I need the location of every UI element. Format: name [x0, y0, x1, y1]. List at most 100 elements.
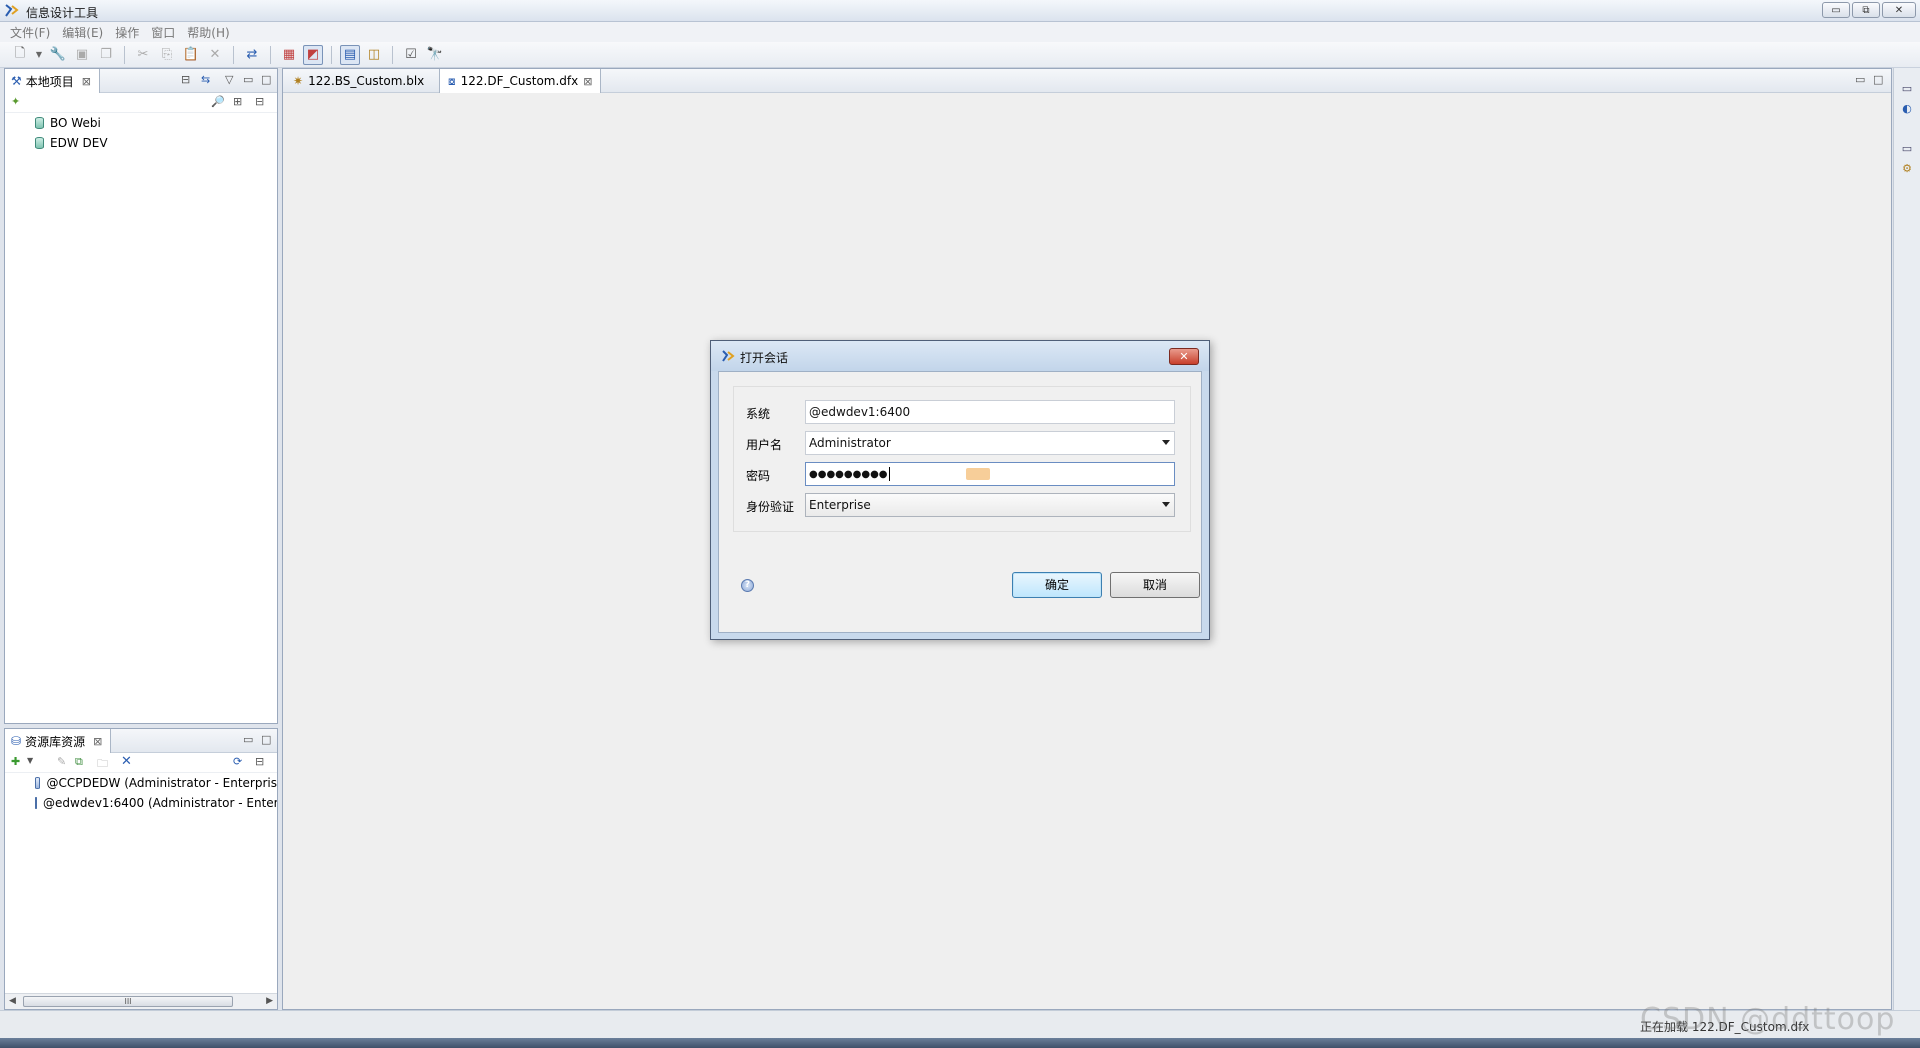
repo-item-edwdev1[interactable]: @edwdev1:6400 (Administrator - Enter	[5, 793, 277, 813]
cut-icon[interactable]: ✂	[133, 45, 153, 65]
horizontal-scrollbar[interactable]: ◀ III ▶	[5, 993, 277, 1009]
save-all-icon[interactable]: ❐	[96, 45, 116, 65]
restore-icon[interactable]: ▭	[1898, 142, 1916, 158]
repo-item-ccpdedw[interactable]: @CCPDEDW (Administrator - Enterpris	[5, 773, 277, 793]
query-icon[interactable]: ◩	[303, 44, 323, 65]
add-session-icon[interactable]: ✚	[11, 755, 20, 768]
menu-file[interactable]: 文件(F)	[4, 24, 56, 41]
new-project-icon[interactable]: ✦	[11, 95, 20, 108]
scroll-right-icon[interactable]: ▶	[266, 996, 273, 1006]
maximize-editor-icon[interactable]: □	[1873, 73, 1883, 86]
menu-help[interactable]: 帮助(H)	[181, 24, 235, 41]
close-session-icon[interactable]: ✕	[121, 754, 132, 769]
cancel-button[interactable]: 取消	[1110, 572, 1200, 598]
close-tab-icon[interactable]: ⊠	[82, 75, 91, 88]
user-combobox[interactable]: Administrator	[805, 431, 1175, 455]
tab-repository[interactable]: ⛁ 资源库资源 ⊠	[5, 729, 112, 753]
paste-icon[interactable]: 📋	[181, 45, 201, 65]
publish-icon[interactable]: ⇄	[242, 45, 262, 65]
properties-icon[interactable]: ⚙	[1898, 162, 1916, 178]
scroll-thumb[interactable]: III	[23, 996, 233, 1007]
menu-window[interactable]: 窗口	[145, 24, 181, 41]
toolbar-separator	[392, 45, 393, 64]
help-icon[interactable]: ?	[741, 579, 754, 592]
key-icon[interactable]: 🔧	[48, 45, 68, 65]
restore-button[interactable]: ⧉	[1852, 2, 1880, 18]
copy-icon[interactable]: ⎘	[157, 45, 177, 65]
repository-panel: ⛁ 资源库资源 ⊠ ▭ □ ✚ ▼ ✎ ⧉ 🗀 ✕ ⟳ ⊟ @CCPDEDW (…	[4, 728, 278, 1010]
project-folder-icon	[35, 117, 44, 129]
restore-icon[interactable]: ▭	[1898, 82, 1916, 98]
tab-bs-custom[interactable]: ✷ 122.BS_Custom.blx	[285, 69, 432, 93]
tree-item-bo-webi[interactable]: BO Webi	[5, 113, 277, 133]
os-taskbar	[0, 1038, 1920, 1048]
tree-item-label: BO Webi	[50, 116, 101, 130]
close-tab-icon[interactable]: ⊠	[93, 735, 102, 748]
dialog-title: 打开会话	[740, 351, 789, 365]
local-projects-panel: ⚒ 本地项目 ⊠ ⊟ ⇆ ▽ ▭ □ ✦ 🔎 ⊞ ⊟ BO Webi EDW D…	[4, 68, 278, 724]
save-icon[interactable]: ▣	[72, 45, 92, 65]
password-value: ●●●●●●●●●	[809, 468, 888, 480]
toolbar-separator	[270, 45, 271, 64]
chevron-down-icon[interactable]	[1162, 440, 1170, 445]
password-field[interactable]: ●●●●●●●●●	[805, 462, 1175, 486]
data-icon[interactable]: ◫	[364, 45, 384, 65]
binoculars-icon[interactable]: 🔭	[425, 45, 445, 65]
auth-label: 身份验证	[746, 500, 795, 514]
tab-label: 本地项目	[25, 74, 74, 89]
minimize-editor-icon[interactable]: ▭	[1855, 73, 1865, 86]
system-field[interactable]: @edwdev1:6400	[805, 400, 1175, 424]
repository-icon: ⛁	[11, 734, 22, 748]
tab-df-custom[interactable]: ⧇ 122.DF_Custom.dfx ⊠	[439, 69, 602, 93]
layout-icon[interactable]: ▤	[340, 44, 360, 65]
resource-icon[interactable]: ▦	[279, 45, 299, 65]
chevron-down-icon[interactable]	[1162, 502, 1170, 507]
tab-local-projects[interactable]: ⚒ 本地项目 ⊠	[5, 69, 100, 93]
business-layer-icon: ✷	[293, 74, 304, 88]
maximize-panel-icon[interactable]: □	[261, 73, 271, 86]
repo-item-label: @CCPDEDW (Administrator - Enterpris	[46, 776, 277, 790]
tree-item-edw-dev[interactable]: EDW DEV	[5, 133, 277, 153]
repo-item-label: @edwdev1:6400 (Administrator - Enter	[43, 796, 277, 810]
password-label: 密码	[746, 469, 771, 483]
minimize-button[interactable]: ▭	[1822, 2, 1850, 18]
menu-edit[interactable]: 编辑(E)	[56, 24, 109, 41]
expand-all-icon[interactable]: ⊞	[233, 95, 242, 108]
collapse-all-icon[interactable]: ⊟	[255, 755, 264, 768]
dialog-body: 系统 @edwdev1:6400 用户名 Administrator 密码 ●●…	[718, 371, 1202, 633]
edit-icon[interactable]: ✎	[57, 755, 66, 768]
close-window-button[interactable]: ✕	[1882, 2, 1916, 18]
status-bar: 正在加载 122.DF_Custom.dfx	[0, 1010, 1920, 1038]
session-form: 系统 @edwdev1:6400 用户名 Administrator 密码 ●●…	[733, 386, 1191, 532]
filter-icon[interactable]: 🔎	[211, 95, 225, 108]
close-tab-icon[interactable]: ⊠	[583, 75, 592, 88]
collapse-icon[interactable]: ⊟	[181, 73, 190, 86]
refresh-icon[interactable]: ⟳	[233, 755, 242, 768]
auth-select[interactable]: Enterprise	[805, 493, 1175, 517]
database-icon	[35, 777, 41, 789]
delete-icon[interactable]: ✕	[205, 45, 225, 65]
check-icon[interactable]: ☑	[401, 45, 421, 65]
link-icon[interactable]: ⇆	[201, 73, 210, 86]
local-projects-toolbar: ✦ 🔎 ⊞ ⊟	[5, 93, 277, 113]
dropdown-icon[interactable]: ▼	[34, 45, 44, 65]
menu-action[interactable]: 操作	[109, 24, 145, 41]
maximize-panel-icon[interactable]: □	[261, 733, 271, 746]
local-projects-header: ⚒ 本地项目 ⊠ ⊟ ⇆ ▽ ▭ □	[5, 69, 277, 93]
outline-icon[interactable]: ◐	[1898, 102, 1916, 118]
view-menu-icon[interactable]: ▽	[225, 73, 233, 86]
scroll-left-icon[interactable]: ◀	[9, 996, 16, 1006]
dropdown-icon[interactable]: ▼	[27, 756, 33, 765]
folder-icon[interactable]: 🗀	[97, 755, 108, 774]
minimize-panel-icon[interactable]: ▭	[243, 73, 253, 86]
tree-item-label: EDW DEV	[50, 136, 108, 150]
editor-tabs: ✷ 122.BS_Custom.blx ⧇ 122.DF_Custom.dfx …	[283, 69, 1891, 93]
window-title-bar: 信息设计工具 ▭ ⧉ ✕	[0, 0, 1920, 22]
collapse-all-icon[interactable]: ⊟	[255, 95, 264, 108]
toolbar-separator	[233, 45, 234, 64]
ok-button[interactable]: 确定	[1012, 572, 1102, 598]
new-icon[interactable]: 🗋	[10, 45, 30, 65]
open-session-icon[interactable]: ⧉	[75, 755, 83, 769]
dialog-close-button[interactable]: ✕	[1169, 348, 1199, 365]
minimize-panel-icon[interactable]: ▭	[243, 733, 253, 746]
